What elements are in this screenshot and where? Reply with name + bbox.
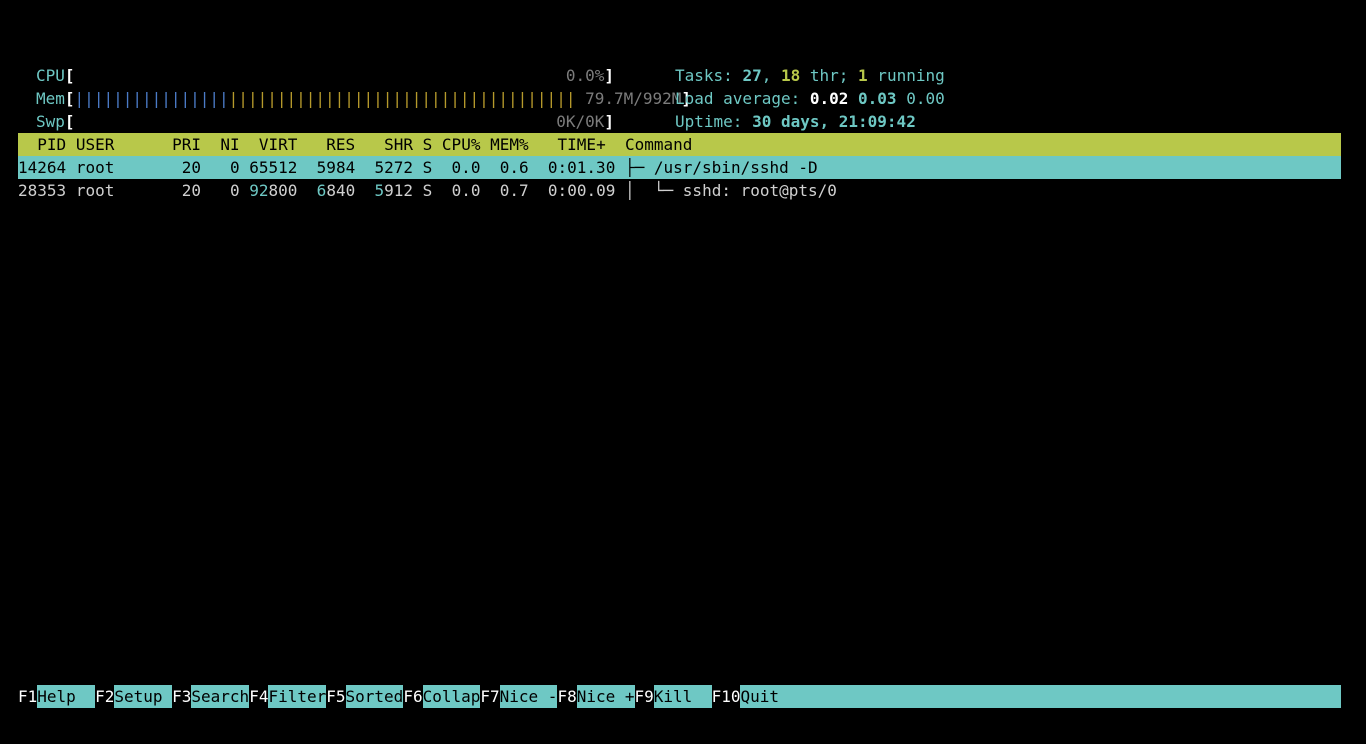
column-header-pri[interactable]: PRI	[172, 135, 201, 154]
f5-key[interactable]: F5	[326, 685, 346, 708]
row-mem: 0.6	[499, 158, 529, 177]
row-res: 5984	[316, 158, 356, 177]
table-row[interactable]: 14264 root 20 0 65512 5984 5272 S 0.0 0.…	[18, 156, 1341, 179]
row-shr: 5272	[374, 158, 413, 177]
f8-key[interactable]: F8	[557, 685, 577, 708]
f6-key[interactable]: F6	[403, 685, 423, 708]
nice-plus-button[interactable]: Nice +	[576, 685, 635, 708]
function-bar-fill	[779, 685, 1341, 708]
row-shr: 5912	[374, 181, 414, 200]
load-average-info: Load average: 0.02 0.03 0.00	[675, 64, 945, 108]
tasks-info: Tasks: 27, 18 thr; 1 running	[675, 41, 945, 85]
function-key-bar: F1 Help F2 Setup F3 Search F4 Filter F5 Sorte…	[18, 685, 1341, 708]
swp-meter: Swp[ 0K/0K]	[36, 87, 614, 131]
swp-meter-close-bracket: ]	[604, 112, 614, 131]
setup-button[interactable]: Setup	[114, 685, 173, 708]
row-state: S	[422, 158, 433, 177]
column-header-mem[interactable]: MEM%	[490, 135, 529, 154]
swp-meter-bar	[75, 112, 557, 131]
f10-key[interactable]: F10	[711, 685, 741, 708]
f4-key[interactable]: F4	[249, 685, 269, 708]
row-command: /usr/sbin/sshd -D	[653, 158, 818, 177]
column-header-cpu[interactable]: CPU%	[442, 135, 481, 154]
sorted-button[interactable]: Sorted	[345, 685, 404, 708]
row-user: root	[75, 181, 115, 200]
row-pri: 20	[181, 181, 202, 200]
row-pri: 20	[181, 158, 202, 177]
swp-meter-open-bracket: [	[64, 112, 75, 131]
row-mem: 0.7	[499, 181, 529, 200]
uptime-label: Uptime:	[675, 112, 753, 131]
collapse-button[interactable]: Collap	[422, 685, 481, 708]
column-header-pid[interactable]: PID	[18, 135, 66, 154]
row-ni: 0	[229, 158, 240, 177]
help-button[interactable]: Help	[37, 685, 96, 708]
row-time: 0:01.30	[547, 158, 616, 177]
uptime-info: Uptime: 30 days, 21:09:42	[675, 87, 916, 131]
row-user: root	[75, 158, 115, 177]
column-header-command[interactable]: Command	[625, 135, 692, 154]
swp-meter-label: Swp	[36, 112, 65, 131]
row-command: sshd: root@pts/0	[682, 181, 837, 200]
column-header-state[interactable]: S	[423, 135, 433, 154]
f2-key[interactable]: F2	[95, 685, 115, 708]
column-header-shr[interactable]: SHR	[384, 135, 413, 154]
f9-key[interactable]: F9	[634, 685, 654, 708]
table-row[interactable]: 28353 root 20 0 92800 6840 5912 S 0.0 0.…	[18, 179, 1341, 202]
column-header-ni[interactable]: NI	[220, 135, 239, 154]
row-ni: 0	[229, 181, 240, 200]
search-button[interactable]: Search	[191, 685, 250, 708]
nice-minus-button[interactable]: Nice -	[499, 685, 558, 708]
column-header-virt[interactable]: VIRT	[259, 135, 298, 154]
mem-meter: Mem[||||||||||||||||||||||||||||||||||||…	[36, 64, 691, 108]
f7-key[interactable]: F7	[480, 685, 500, 708]
row-pid: 28353	[18, 181, 67, 200]
row-res: 6840	[316, 181, 356, 200]
row-state: S	[422, 181, 433, 200]
f3-key[interactable]: F3	[172, 685, 192, 708]
filter-button[interactable]: Filter	[268, 685, 327, 708]
row-virt: 92800	[249, 181, 298, 200]
kill-button[interactable]: Kill	[653, 685, 712, 708]
row-virt: 65512	[249, 158, 298, 177]
row-cpu: 0.0	[451, 181, 481, 200]
uptime-value: 30 days, 21:09:42	[752, 112, 916, 131]
column-header-res[interactable]: RES	[326, 135, 355, 154]
f1-key[interactable]: F1	[18, 685, 38, 708]
row-pid: 14264	[18, 158, 67, 177]
row-tree-branch: │ └─	[625, 181, 683, 200]
swp-meter-value: 0K/0K	[556, 112, 605, 131]
quit-button[interactable]: Quit	[740, 685, 779, 708]
cpu-meter: CPU[ 0.0%]	[36, 41, 614, 85]
column-header-user[interactable]: USER	[76, 135, 115, 154]
row-tree-branch: ├─	[624, 158, 654, 177]
column-header-time[interactable]: TIME+	[558, 135, 606, 154]
row-cpu: 0.0	[451, 158, 481, 177]
row-time: 0:00.09	[547, 181, 616, 200]
process-table-header[interactable]: PID USER PRI NI VIRT RES SHR S CPU% MEM%…	[18, 133, 1341, 156]
